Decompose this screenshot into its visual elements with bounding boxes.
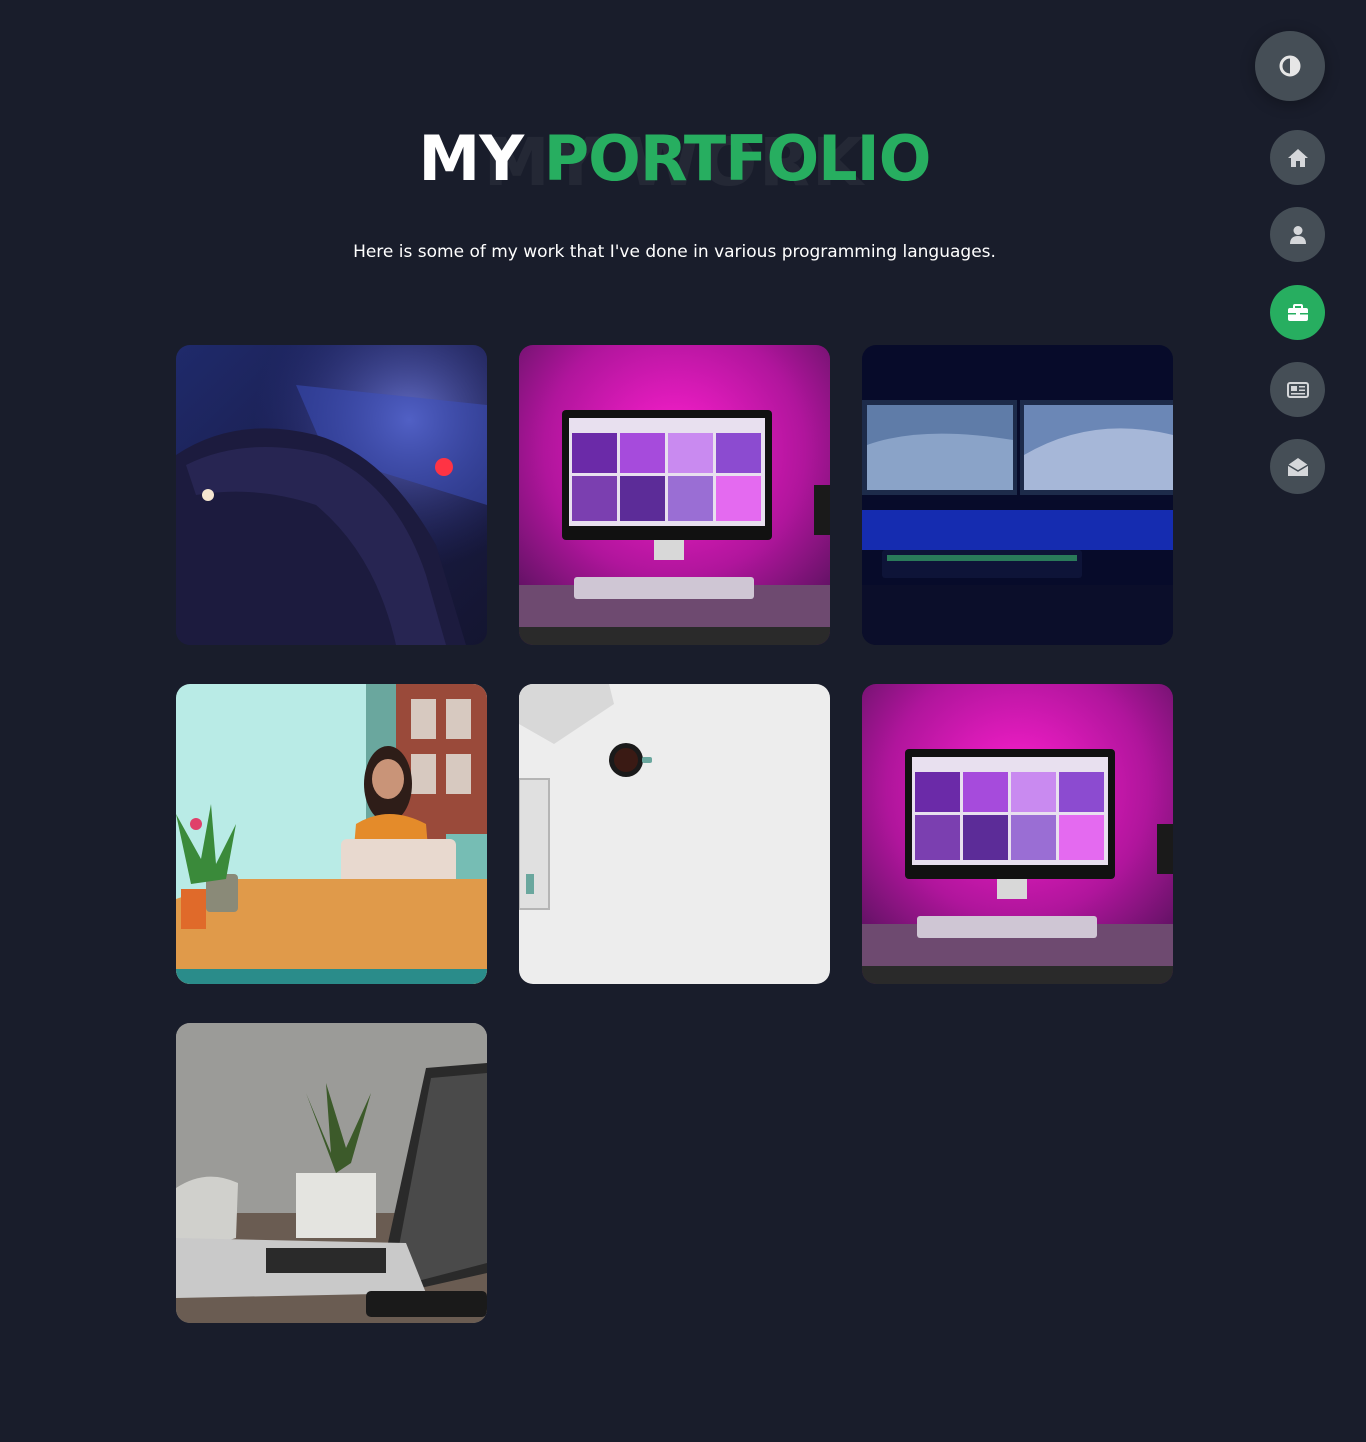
portfolio-image [862,684,1173,984]
portfolio-item[interactable] [176,1023,487,1323]
home-icon [1287,148,1308,167]
portfolio-item[interactable] [176,684,487,984]
portfolio-image [176,1023,487,1323]
portfolio-image [176,684,487,984]
portfolio-item[interactable] [862,684,1173,984]
section-title: MY WORK MY PORTFOLIO [0,118,1349,208]
portfolio-item[interactable] [862,345,1173,645]
portfolio-item[interactable] [176,345,487,645]
portfolio-item[interactable] [519,345,830,645]
section-subtitle: Here is some of my work that I've done i… [353,242,996,262]
envelope-open-icon [1287,457,1308,476]
portfolio-item[interactable] [519,684,830,984]
newspaper-icon [1286,381,1309,398]
nav-about-button[interactable] [1270,207,1325,262]
title-white-part: MY [418,122,525,195]
half-circle-contrast-icon [1279,55,1301,77]
theme-toggle-button[interactable] [1255,31,1325,101]
nav-blogs-button[interactable] [1270,362,1325,417]
portfolio-image [862,345,1173,645]
nav-contact-button[interactable] [1270,439,1325,494]
briefcase-icon [1287,303,1308,321]
nav-home-button[interactable] [1270,130,1325,185]
portfolio-image [176,345,487,645]
portfolio-image [519,684,830,984]
user-icon [1289,225,1306,244]
title-green-part: PORTFOLIO [543,122,932,195]
title-heading: MY PORTFOLIO [0,128,1349,190]
portfolio-page: MY WORK MY PORTFOLIO Here is some of my … [0,0,1366,1442]
nav-portfolio-button[interactable] [1270,285,1325,340]
portfolio-image [519,345,830,645]
